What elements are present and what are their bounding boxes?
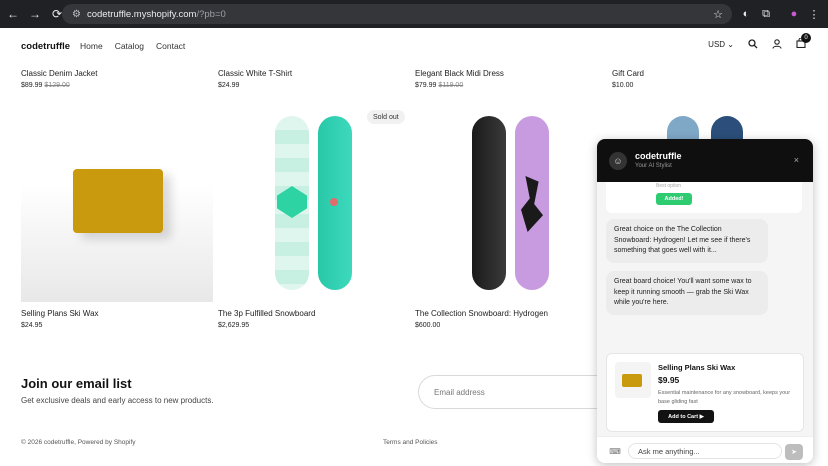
- board-graphic: [521, 176, 543, 232]
- search-icon[interactable]: [748, 39, 758, 49]
- compare-price: $129.00: [44, 82, 70, 89]
- board-logo: [330, 198, 338, 206]
- product-title[interactable]: Classic White T-Shirt: [218, 69, 292, 78]
- chevron-down-icon: ⌄: [727, 39, 734, 49]
- product-title[interactable]: The 3p Fulfilled Snowboard: [218, 309, 315, 318]
- header-actions: USD ⌄ 0: [708, 33, 811, 50]
- previous-card-text: Best option: [656, 183, 682, 189]
- compare-price: $119.00: [438, 82, 464, 89]
- product-image-ski-wax[interactable]: [21, 106, 213, 302]
- hexagon-graphic: [277, 186, 307, 218]
- recommended-product-price: $9.95: [658, 375, 680, 385]
- snowboard-black: [472, 116, 506, 290]
- added-button[interactable]: Added!: [656, 193, 692, 205]
- chat-widget: ☺ codetruffle Your AI Stylist × Best opt…: [597, 139, 813, 463]
- footer-terms-link[interactable]: Terms and Policies: [383, 439, 438, 446]
- star-icon[interactable]: ☆: [710, 6, 726, 22]
- cart-count-badge: 0: [801, 33, 811, 43]
- chat-header: ☺ codetruffle Your AI Stylist ×: [597, 139, 813, 182]
- newsletter-subtitle: Get exclusive deals and early access to …: [21, 396, 214, 405]
- footer-copyright: © 2026 codetruffle, Powered by Shopify: [21, 439, 136, 446]
- browser-toolbar: ← → ⟳ ⚙ codetruffle.myshopify.com /?pb=0…: [0, 0, 828, 28]
- wax-block: [622, 374, 642, 387]
- product-title[interactable]: Classic Denim Jacket: [21, 69, 97, 78]
- store-logo[interactable]: codetruffle: [21, 41, 70, 52]
- nav-contact[interactable]: Contact: [156, 41, 185, 51]
- nav-home[interactable]: Home: [80, 41, 103, 51]
- product-title[interactable]: Elegant Black Midi Dress: [415, 69, 504, 78]
- product-image-partial[interactable]: [665, 116, 745, 140]
- partial-board: [667, 116, 699, 140]
- address-bar[interactable]: ⚙ codetruffle.myshopify.com /?pb=0: [62, 4, 732, 24]
- product-price: $24.99: [218, 82, 239, 89]
- product-price: $10.00: [612, 82, 633, 89]
- product-price: $89.99 $129.00: [21, 82, 70, 89]
- add-to-cart-button[interactable]: Add to Cart ▶: [658, 410, 714, 423]
- product-thumbnail: [615, 362, 651, 398]
- store-page: codetruffle Home Catalog Contact USD ⌄ 0…: [0, 28, 828, 466]
- snowboard-back: [275, 116, 309, 290]
- partial-board: [711, 116, 743, 140]
- currency-label: USD: [708, 39, 726, 49]
- forward-arrow-icon[interactable]: →: [26, 5, 44, 23]
- price-value: $89.99: [21, 82, 43, 89]
- price-value: $79.99: [415, 82, 437, 89]
- chat-input-bar: ⌨ Ask me anything... ➤: [597, 436, 813, 463]
- url-path: /?pb=0: [196, 8, 226, 20]
- product-image-hydrogen-snowboard[interactable]: [415, 106, 607, 302]
- menu-dots-icon[interactable]: ⋮: [806, 6, 822, 22]
- currency-selector[interactable]: USD ⌄: [708, 40, 734, 49]
- send-icon[interactable]: ➤: [785, 444, 803, 460]
- product-title[interactable]: Selling Plans Ski Wax: [21, 309, 99, 318]
- chat-messages: Best option Added! Great choice on the T…: [597, 182, 813, 436]
- recommended-product-description: Essential maintenance for any snowboard,…: [658, 390, 791, 405]
- product-price: $79.99 $119.00: [415, 82, 463, 89]
- product-image-3p-snowboard[interactable]: [218, 106, 410, 302]
- price-value: $10.00: [612, 82, 634, 89]
- recommended-product-card: Selling Plans Ski Wax $9.95 Essential ma…: [606, 353, 804, 432]
- newsletter-title: Join our email list: [21, 376, 132, 391]
- chat-subtitle: Your AI Stylist: [635, 163, 672, 169]
- extension-icon[interactable]: ◐: [738, 6, 754, 22]
- main-nav: Home Catalog Contact: [80, 41, 185, 51]
- chat-input[interactable]: Ask me anything...: [628, 443, 782, 459]
- snowboard-lilac: [515, 116, 549, 290]
- wax-block: [73, 169, 163, 233]
- chat-title: codetruffle: [635, 151, 682, 161]
- store-header: codetruffle Home Catalog Contact USD ⌄ 0: [0, 28, 828, 64]
- snowboard-front: [318, 116, 352, 290]
- url-host: codetruffle.myshopify.com: [86, 8, 197, 20]
- nav-catalog[interactable]: Catalog: [115, 41, 144, 51]
- account-icon[interactable]: [772, 39, 782, 49]
- cart-button[interactable]: 0: [796, 33, 811, 50]
- product-price: $600.00: [415, 322, 441, 329]
- back-arrow-icon[interactable]: ←: [4, 5, 22, 23]
- profile-avatar[interactable]: ●: [786, 6, 802, 22]
- keyboard-icon[interactable]: ⌨: [608, 445, 622, 457]
- product-title[interactable]: Gift Card: [612, 69, 644, 78]
- product-price: $2,629.95: [218, 322, 250, 329]
- price-value: $24.99: [218, 82, 240, 89]
- assistant-avatar-icon: ☺: [609, 152, 627, 170]
- recommended-product-name: Selling Plans Ski Wax: [658, 363, 736, 372]
- product-price: $24.95: [21, 322, 43, 329]
- puzzle-icon[interactable]: ⧉: [758, 6, 774, 22]
- product-title[interactable]: The Collection Snowboard: Hydrogen: [415, 309, 548, 318]
- assistant-message: Great board choice! You'll want some wax…: [606, 271, 768, 315]
- previous-product-card: Best option Added!: [606, 182, 802, 213]
- email-input[interactable]: Email address: [418, 375, 618, 409]
- close-icon[interactable]: ×: [794, 155, 799, 165]
- sold-out-badge: Sold out: [367, 110, 405, 124]
- tune-icon[interactable]: ⚙: [72, 9, 81, 20]
- assistant-message: Great choice on the The Collection Snowb…: [606, 219, 768, 263]
